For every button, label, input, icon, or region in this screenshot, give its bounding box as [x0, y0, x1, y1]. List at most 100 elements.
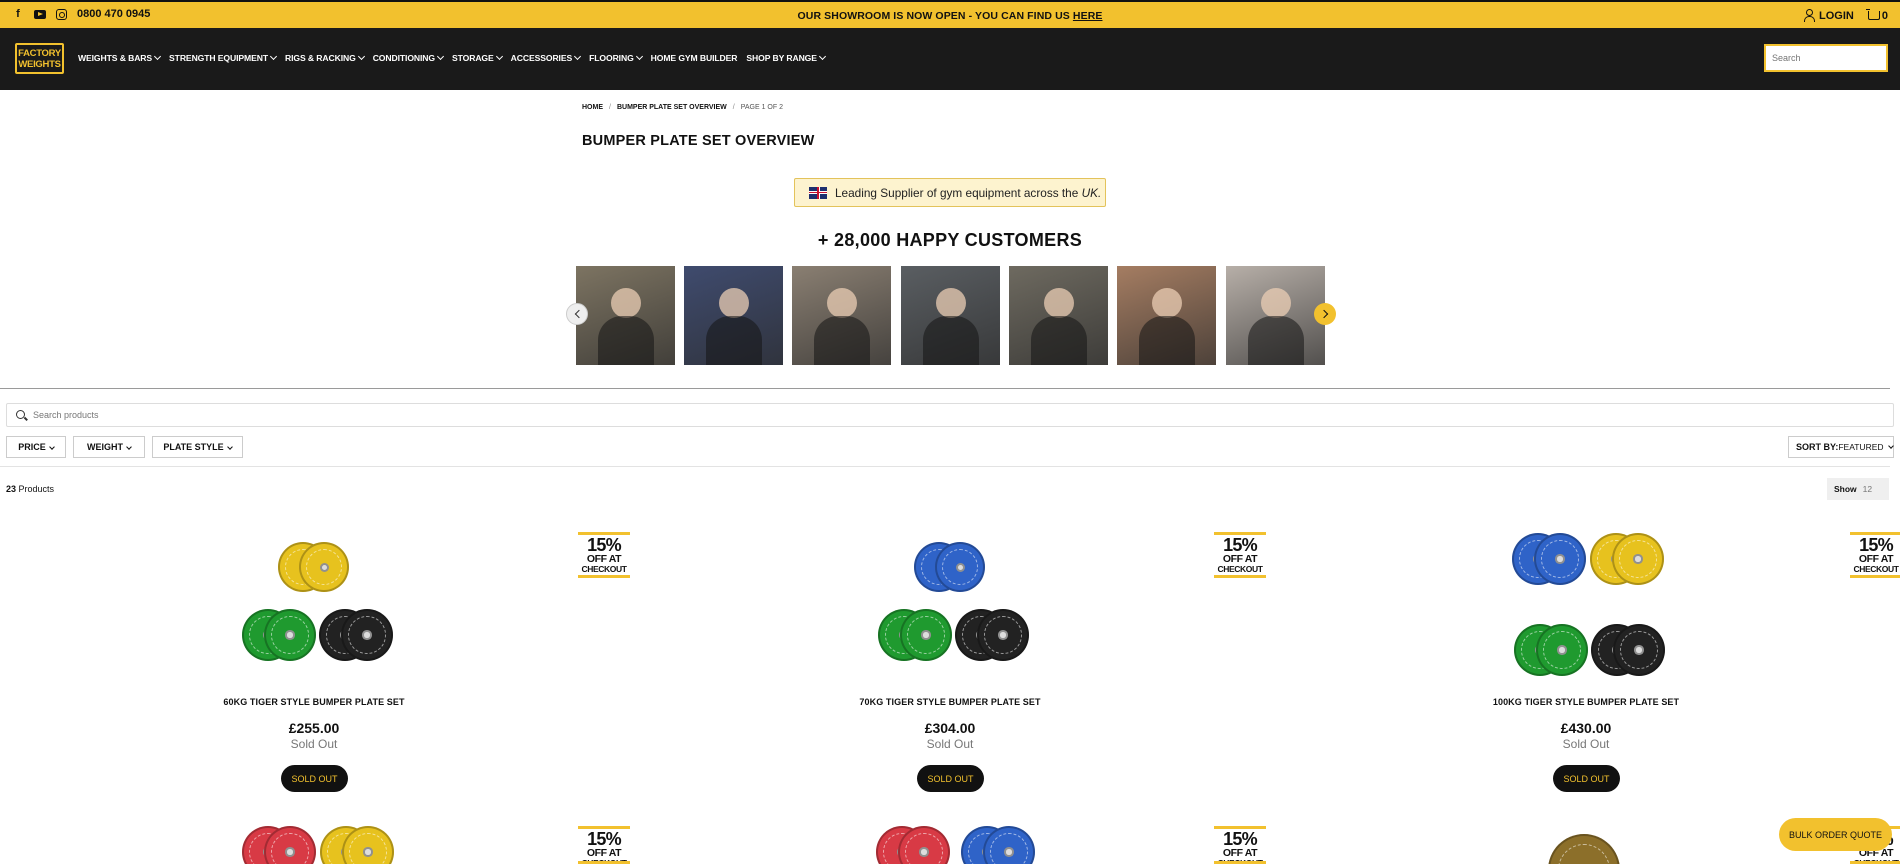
carousel-next-button[interactable] — [1314, 303, 1336, 325]
nav-item-label: HOME GYM BUILDER — [650, 53, 738, 63]
page-title: BUMPER PLATE SET OVERVIEW — [582, 133, 815, 149]
uk-flag-icon — [809, 186, 827, 199]
nav-item[interactable]: CONDITIONING — [372, 52, 445, 63]
promo-badge: 15%OFF ATCHECKOUT — [578, 826, 630, 864]
breadcrumb-section[interactable]: BUMPER PLATE SET OVERVIEW — [617, 104, 727, 111]
sold-out-button[interactable]: SOLD OUT — [917, 765, 984, 792]
breadcrumb-home[interactable]: HOME — [582, 104, 603, 111]
promo-badge: 15%OFF ATCHECKOUT — [578, 532, 630, 578]
customer-carousel — [576, 266, 1326, 365]
nav-item-label: ACCESSORIES — [510, 53, 573, 63]
product-stock-status: Sold Out — [926, 737, 974, 751]
gym-photo-6[interactable] — [1117, 266, 1216, 365]
top-bar-right: LOGIN 0 — [1803, 8, 1888, 22]
chevron-left-icon — [574, 309, 583, 319]
nav-item-label: CONDITIONING — [372, 53, 435, 63]
filter-weight-button[interactable]: WEIGHT — [73, 436, 145, 458]
promo-badge-text: OFF AT — [1222, 553, 1258, 565]
bumper-plate-image — [935, 542, 985, 592]
nav-item[interactable]: SHOP BY RANGE — [746, 52, 826, 63]
gym-photo-5[interactable] — [1009, 266, 1108, 365]
breadcrumb: HOME / BUMPER PLATE SET OVERVIEW / PAGE … — [582, 104, 783, 111]
nav-item-label: SHOP BY RANGE — [746, 53, 817, 63]
bumper-plate-image — [299, 542, 349, 592]
nav-menu: WEIGHTS & BARS STRENGTH EQUIPMENT RIGS & R… — [78, 52, 826, 63]
chevron-right-icon — [1319, 309, 1328, 319]
sort-dropdown[interactable]: SORT BY:FEATURED — [1788, 436, 1894, 458]
promo-badge-text: OFF AT — [1858, 553, 1894, 565]
user-icon — [1803, 9, 1816, 22]
promo-badge-text: 15% — [1223, 535, 1257, 555]
bumper-plate-image — [264, 826, 316, 864]
announcement-link[interactable]: HERE — [1073, 10, 1103, 22]
filter-price-button[interactable]: PRICE — [6, 436, 66, 458]
nav-item[interactable]: STORAGE — [452, 52, 503, 63]
logo-line-1: FACTORY — [18, 48, 61, 59]
main-navigation: FACTORY WEIGHTS WEIGHTS & BARS STRENGTH E… — [0, 28, 1900, 90]
product-stock-status: Sold Out — [1562, 737, 1610, 751]
show-value: 12 — [1862, 484, 1873, 494]
bumper-plate-image — [341, 609, 393, 661]
product-count-label: Products — [18, 484, 55, 494]
filter-label: WEIGHT — [87, 442, 123, 452]
cart-link[interactable]: 0 — [1865, 8, 1888, 22]
product-search-input[interactable]: Search products — [6, 403, 1894, 427]
promo-badge-text: CHECKOUT — [1853, 858, 1899, 864]
breadcrumb-separator: / — [732, 104, 735, 111]
bulk-order-quote-button[interactable]: BULK ORDER QUOTE — [1779, 818, 1892, 851]
nav-item[interactable]: WEIGHTS & BARS — [78, 52, 162, 63]
logo-line-2: WEIGHTS — [18, 59, 61, 70]
bumper-plate-image — [977, 609, 1029, 661]
filter-label: PLATE STYLE — [163, 442, 224, 452]
bumper-plate-image — [900, 609, 952, 661]
show-per-page[interactable]: Show 12 — [1827, 478, 1889, 500]
supplier-text: Leading Supplier of gym equipment across… — [835, 185, 1079, 200]
filter-plate-style-button[interactable]: PLATE STYLE — [152, 436, 243, 458]
nav-item[interactable]: HOME GYM BUILDER — [651, 53, 738, 63]
promo-badge-text: 15% — [587, 829, 621, 849]
site-logo[interactable]: FACTORY WEIGHTS — [15, 43, 64, 74]
promo-badge-text: 15% — [587, 535, 621, 555]
promo-badge: 15%OFF ATCHECKOUT — [1850, 532, 1900, 578]
nav-item-label: STRENGTH EQUIPMENT — [169, 53, 268, 63]
login-link[interactable]: LOGIN — [1803, 9, 1854, 22]
filter-label: PRICE — [18, 442, 46, 452]
nav-item[interactable]: FLOORING — [589, 52, 643, 63]
announcement-text: OUR SHOWROOM IS NOW OPEN - YOU CAN FIND … — [797, 10, 1070, 22]
header-search-input[interactable] — [1764, 44, 1888, 72]
sold-out-button[interactable]: SOLD OUT — [281, 765, 348, 792]
product-title[interactable]: 70KG TIGER STYLE BUMPER PLATE SET — [800, 697, 1100, 707]
bumper-plate-image — [983, 826, 1035, 864]
bumper-plate-image — [1548, 834, 1620, 864]
chevron-down-icon — [495, 52, 503, 61]
bumper-plate-image — [898, 826, 950, 864]
show-label: Show — [1834, 484, 1857, 494]
gym-photo-7[interactable] — [1226, 266, 1325, 365]
promo-badge-text: CHECKOUT — [1217, 564, 1263, 574]
product-title[interactable]: 60KG TIGER STYLE BUMPER PLATE SET — [164, 697, 464, 707]
nav-item-label: WEIGHTS & BARS — [78, 53, 153, 63]
gym-photo-1[interactable] — [576, 266, 675, 365]
promo-badge-text: CHECKOUT — [1853, 564, 1899, 574]
chevron-down-icon — [574, 52, 582, 61]
login-label: LOGIN — [1819, 10, 1854, 22]
carousel-prev-button[interactable] — [566, 303, 588, 325]
gym-photo-3[interactable] — [792, 266, 891, 365]
chevron-down-icon — [48, 444, 55, 450]
sold-out-button[interactable]: SOLD OUT — [1553, 765, 1620, 792]
gym-photo-2[interactable] — [684, 266, 783, 365]
chevron-down-icon — [357, 52, 365, 61]
product-search-placeholder: Search products — [33, 410, 99, 420]
nav-item[interactable]: RIGS & RACKING — [285, 52, 365, 63]
product-title[interactable]: 100KG TIGER STYLE BUMPER PLATE SET — [1436, 697, 1736, 707]
chevron-down-icon — [226, 444, 233, 450]
nav-item[interactable]: ACCESSORIES — [510, 52, 582, 63]
nav-item[interactable]: STRENGTH EQUIPMENT — [169, 52, 278, 63]
promo-badge-text: OFF AT — [586, 553, 622, 565]
bumper-plate-image — [1613, 624, 1665, 676]
breadcrumb-current: PAGE 1 OF 2 — [740, 104, 783, 111]
promo-badge-text: CHECKOUT — [1217, 858, 1263, 864]
announcement-bar: OUR SHOWROOM IS NOW OPEN - YOU CAN FIND … — [0, 10, 1900, 22]
gym-photo-4[interactable] — [901, 266, 1000, 365]
supplier-banner: Leading Supplier of gym equipment across… — [794, 178, 1106, 207]
